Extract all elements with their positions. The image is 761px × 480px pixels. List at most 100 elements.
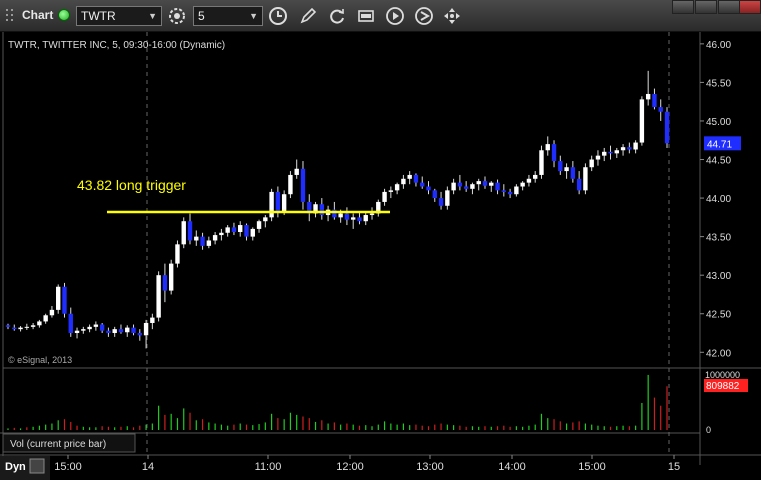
candle-body: [482, 181, 488, 186]
candle-body: [407, 174, 412, 179]
candle-body: [275, 191, 281, 212]
candle-body: [595, 155, 601, 160]
minimize-button[interactable]: [672, 0, 694, 14]
candle-body: [338, 213, 343, 218]
candle-body: [501, 190, 507, 192]
candle-body: [495, 182, 500, 191]
candle-body: [589, 159, 594, 168]
pencil-draw-icon[interactable]: [298, 6, 318, 26]
candle-body: [533, 174, 538, 179]
candle: [269, 188, 274, 222]
candle-body: [639, 99, 645, 143]
time-tick-label: 15: [668, 461, 680, 473]
price-tick-label: 45.00: [706, 117, 731, 128]
pan-icon[interactable]: [442, 6, 462, 26]
candle: [583, 163, 588, 195]
price-tick-label: 44.00: [706, 194, 731, 205]
chart-toolbar: Chart TWTR ▼ 5 ▼: [0, 0, 761, 32]
candle-body: [212, 235, 218, 241]
candle-body: [74, 330, 80, 334]
candle-body: [62, 286, 67, 314]
price-tick-label: 43.00: [706, 271, 731, 282]
candle: [168, 259, 174, 295]
candle-body: [369, 213, 375, 216]
candle: [639, 96, 645, 146]
candle: [156, 271, 161, 322]
candle-body: [426, 186, 431, 191]
candle-body: [470, 184, 475, 189]
clock-icon[interactable]: [268, 6, 288, 26]
candle-body: [200, 236, 205, 246]
copyright-text: © eSignal, 2013: [8, 355, 72, 365]
candle: [175, 240, 180, 268]
volume-max-tick: 1000000: [705, 370, 740, 380]
volume-legend-label: Vol (current price bar): [10, 439, 106, 450]
candle-body: [168, 263, 174, 291]
close-button[interactable]: [739, 0, 761, 14]
candle-body: [156, 275, 161, 318]
candle-body: [451, 182, 456, 191]
symbol-value: TWTR: [81, 9, 116, 23]
settings-gear-icon[interactable]: [167, 6, 187, 26]
price-tick-label: 43.50: [706, 233, 731, 244]
candle-body: [558, 161, 563, 172]
candle-body: [551, 144, 557, 162]
candle-body: [269, 191, 274, 218]
cursor-mode-icon[interactable]: [414, 6, 434, 26]
candle-body: [93, 324, 99, 327]
candle-body: [658, 107, 663, 112]
candle-body: [514, 186, 519, 195]
candle-body: [37, 321, 42, 326]
price-chart[interactable]: TWTR, TWITTER INC, 5, 09:30-16:00 (Dynam…: [0, 32, 761, 480]
chevron-down-icon[interactable]: ▼: [148, 9, 157, 23]
candle-body: [225, 227, 230, 233]
candle-body: [231, 227, 237, 232]
candle-body: [526, 178, 532, 183]
candle-body: [5, 325, 11, 327]
candle-body: [438, 198, 444, 206]
trigger-annotation: 43.82 long trigger: [77, 177, 186, 193]
refresh-icon[interactable]: [327, 6, 347, 26]
candle-body: [99, 324, 105, 331]
candle-body: [131, 327, 136, 334]
candle-body: [219, 232, 224, 236]
chevron-down-icon[interactable]: ▼: [249, 9, 258, 23]
interval-input[interactable]: 5 ▼: [193, 6, 263, 26]
candle-body: [87, 326, 92, 330]
candle-body: [652, 93, 657, 108]
candle-body: [539, 150, 544, 175]
volume-current-label: 809882: [706, 381, 740, 392]
symbol-input[interactable]: TWTR ▼: [76, 6, 162, 26]
candle-body: [175, 244, 180, 264]
candle: [181, 217, 186, 249]
candle-body: [602, 151, 607, 156]
candle-body: [445, 190, 450, 206]
grip-icon[interactable]: [4, 8, 16, 24]
replay-icon[interactable]: [385, 6, 405, 26]
dyn-scale-icon[interactable]: [29, 458, 45, 474]
candle-body: [319, 204, 325, 216]
candle-body: [576, 178, 582, 191]
candle-body: [12, 327, 17, 330]
candle-body: [457, 182, 463, 187]
maximize-button[interactable]: [718, 0, 740, 14]
candle-body: [162, 275, 168, 291]
candle-body: [401, 178, 406, 185]
candle-body: [112, 329, 117, 334]
candle: [62, 282, 67, 318]
candle-body: [106, 330, 111, 334]
candle-body: [244, 225, 249, 237]
candle-body: [181, 221, 186, 245]
candle: [539, 145, 544, 179]
candle-body: [137, 333, 142, 336]
goto-date-icon[interactable]: [356, 6, 376, 26]
candle-body: [56, 286, 61, 310]
candle-body: [238, 225, 243, 232]
restore-button[interactable]: [695, 0, 717, 14]
candle-body: [545, 144, 550, 151]
candle-body: [344, 213, 350, 220]
link-status-icon[interactable]: [58, 9, 70, 21]
candle-body: [583, 167, 588, 191]
candle-body: [608, 151, 613, 154]
candle-body: [300, 168, 306, 202]
